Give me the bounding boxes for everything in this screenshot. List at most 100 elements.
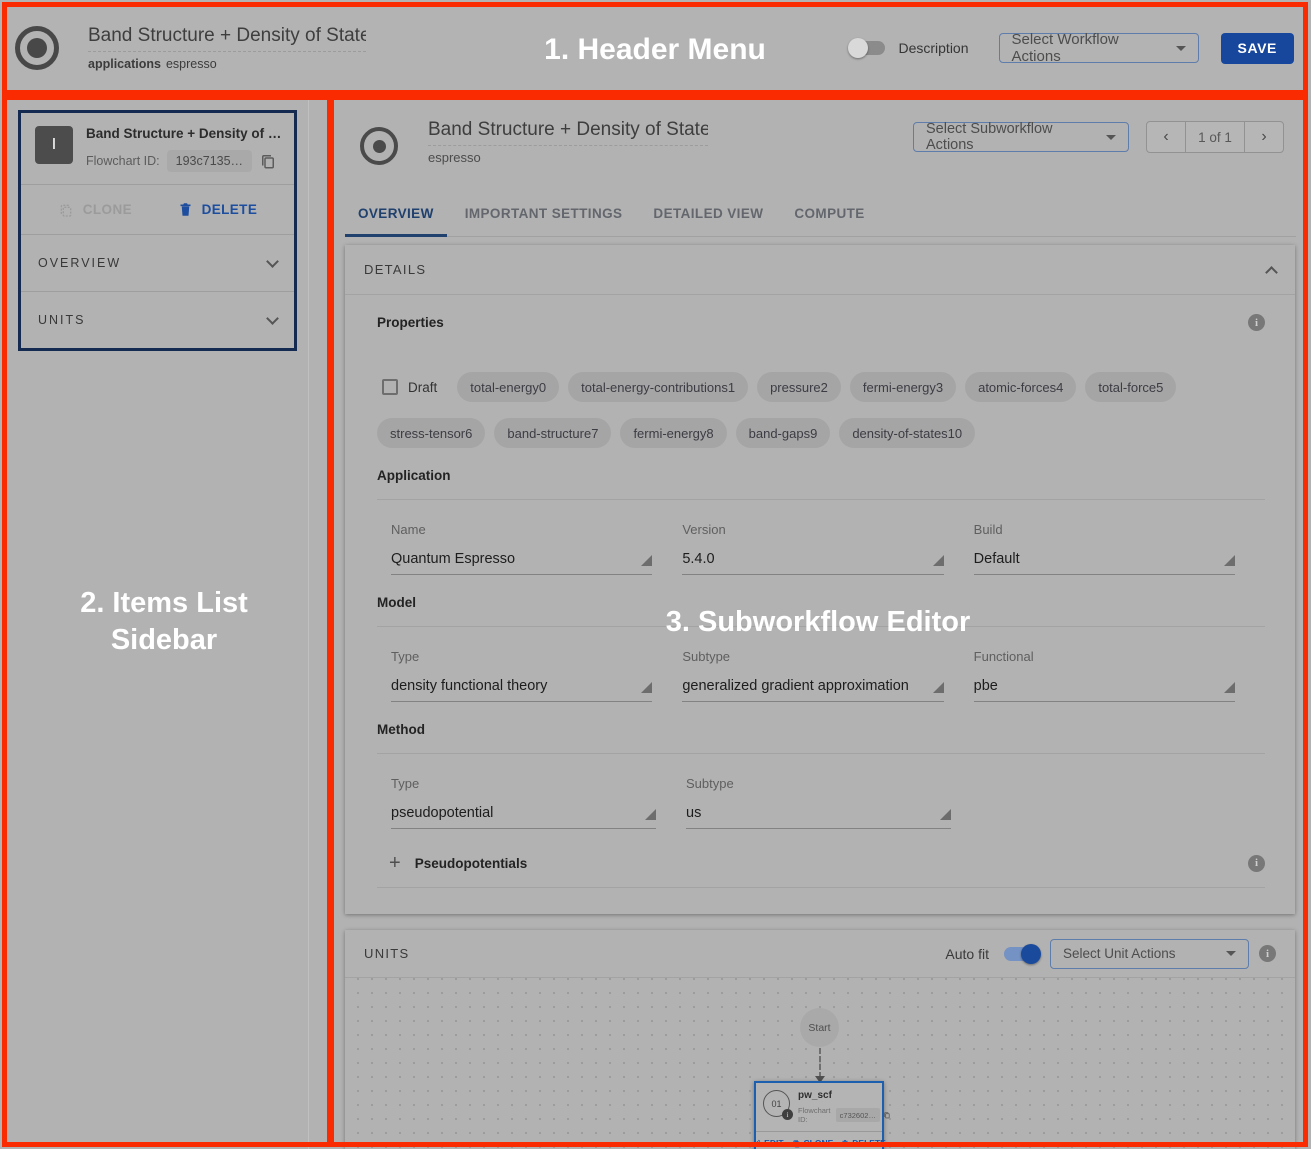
- properties-header-row: Properties i: [377, 314, 1265, 331]
- model-subtype-select[interactable]: Subtype generalized gradient approximati…: [682, 649, 943, 702]
- breadcrumb: applicationsespresso: [88, 57, 366, 71]
- property-chip[interactable]: band-structure7: [494, 418, 611, 448]
- unit-actions-dropdown[interactable]: Select Unit Actions: [1050, 939, 1249, 969]
- clone-icon: [58, 202, 74, 218]
- autofit-toggle[interactable]: [1004, 947, 1038, 961]
- pseudopotentials-row: + Pseudopotentials i: [377, 853, 1265, 873]
- details-panel: DETAILS Properties i Draft total-energy0…: [345, 245, 1295, 914]
- property-chip[interactable]: pressure2: [757, 372, 841, 402]
- unit-edit-button[interactable]: EDIT: [752, 1138, 783, 1148]
- chevron-up-icon[interactable]: [1265, 266, 1278, 279]
- delete-button[interactable]: DELETE: [178, 201, 258, 218]
- items-list-sidebar: I Band Structure + Density of … Flowchar…: [0, 96, 330, 1149]
- unit-node-actions: EDIT CLONE DELETE: [756, 1131, 882, 1149]
- property-chip[interactable]: density-of-states10: [839, 418, 975, 448]
- model-functional-select[interactable]: Functional pbe: [974, 649, 1235, 702]
- method-type-select[interactable]: Type pseudopotential: [391, 776, 656, 829]
- draft-checkbox[interactable]: [382, 379, 398, 395]
- sidebar-accordion-overview[interactable]: OVERVIEW: [21, 234, 294, 291]
- pseudopotentials-label: Pseudopotentials: [415, 856, 1248, 871]
- property-chip[interactable]: total-energy-contributions1: [568, 372, 748, 402]
- flowchart-canvas[interactable]: Start 01 i pw_scf Flowchart ID: c7: [345, 978, 1295, 1149]
- property-chip[interactable]: band-gaps9: [736, 418, 831, 448]
- chevron-down-icon: [266, 312, 279, 325]
- property-chip[interactable]: total-energy0: [457, 372, 559, 402]
- workflow-title[interactable]: Band Structure + Density of States: [88, 25, 366, 52]
- unit-actions-label: Select Unit Actions: [1063, 946, 1176, 961]
- method-subtype-select[interactable]: Subtype us: [686, 776, 951, 829]
- property-chip[interactable]: fermi-energy3: [850, 372, 956, 402]
- header-actions: Description Select Workflow Actions SAVE: [851, 33, 1311, 64]
- header-menu: Band Structure + Density of States appli…: [0, 0, 1311, 96]
- unit-title: pw_scf: [798, 1090, 891, 1101]
- application-fields: Name Quantum Espresso Version 5.4.0 Buil…: [377, 522, 1265, 575]
- application-section-title: Application: [377, 468, 1265, 483]
- pager-prev-button[interactable]: ‹: [1146, 121, 1186, 153]
- workflow-actions-label: Select Workflow Actions: [1012, 31, 1166, 65]
- subworkflow-logo-icon: [360, 127, 398, 165]
- select-arrow-icon: [1224, 555, 1235, 566]
- editor-tabs: OVERVIEW IMPORTANT SETTINGS DETAILED VIE…: [345, 190, 1296, 237]
- tab-detailed-view[interactable]: DETAILED VIEW: [640, 190, 776, 236]
- item-card-actions: CLONE DELETE: [21, 185, 294, 234]
- draft-label: Draft: [408, 380, 437, 395]
- method-section-title: Method: [377, 722, 1265, 737]
- property-chip[interactable]: atomic-forces4: [965, 372, 1076, 402]
- save-button[interactable]: SAVE: [1221, 33, 1295, 64]
- details-title: DETAILS: [364, 262, 426, 277]
- flowchart-start-node[interactable]: Start: [800, 1008, 839, 1047]
- info-icon[interactable]: i: [1259, 945, 1276, 962]
- workflow-title-block: Band Structure + Density of States appli…: [88, 25, 366, 71]
- info-icon[interactable]: i: [1248, 314, 1265, 331]
- copy-icon: [792, 1139, 801, 1148]
- breadcrumb-app: applications: [88, 57, 161, 71]
- property-chip[interactable]: total-force5: [1085, 372, 1176, 402]
- unit-delete-button[interactable]: DELETE: [841, 1138, 886, 1148]
- subworkflow-pager: ‹ 1 of 1 ›: [1146, 121, 1284, 153]
- item-card-header: I Band Structure + Density of … Flowchar…: [21, 113, 294, 184]
- clone-button[interactable]: CLONE: [58, 202, 132, 218]
- item-title: Band Structure + Density of …: [86, 126, 282, 141]
- caret-down-icon: [1106, 135, 1116, 140]
- info-icon[interactable]: i: [1248, 855, 1265, 872]
- subworkflow-actions-label: Select Subworkflow Actions: [926, 121, 1096, 153]
- select-arrow-icon: [1224, 682, 1235, 693]
- details-panel-header: DETAILS: [345, 245, 1295, 295]
- tab-overview[interactable]: OVERVIEW: [345, 190, 447, 236]
- units-title: UNITS: [364, 946, 410, 961]
- item-type-icon: I: [35, 126, 73, 164]
- pager-next-button[interactable]: ›: [1244, 121, 1284, 153]
- subworkflow-title-block: Band Structure + Density of States espre…: [428, 119, 708, 165]
- tab-important-settings[interactable]: IMPORTANT SETTINGS: [452, 190, 636, 236]
- subworkflow-header-actions: Select Subworkflow Actions ‹ 1 of 1 ›: [913, 121, 1284, 153]
- info-icon: i: [782, 1109, 793, 1120]
- property-chip[interactable]: stress-tensor6: [377, 418, 485, 448]
- tab-compute[interactable]: COMPUTE: [781, 190, 877, 236]
- add-pseudopotentials-button[interactable]: +: [389, 853, 401, 873]
- description-toggle[interactable]: [851, 41, 885, 55]
- model-type-select[interactable]: Type density functional theory: [391, 649, 652, 702]
- description-toggle-label: Description: [898, 40, 968, 56]
- unit-flowchart-id-label: Flowchart ID:: [798, 1106, 833, 1124]
- subworkflow-actions-dropdown[interactable]: Select Subworkflow Actions: [913, 122, 1129, 152]
- sidebar-accordion-units[interactable]: UNITS: [21, 291, 294, 348]
- property-chip[interactable]: fermi-energy8: [620, 418, 726, 448]
- subworkflow-item-card[interactable]: I Band Structure + Density of … Flowchar…: [18, 110, 297, 351]
- unit-clone-button[interactable]: CLONE: [792, 1138, 834, 1148]
- flowchart-id-label: Flowchart ID:: [86, 154, 160, 168]
- model-section-title: Model: [377, 595, 1265, 610]
- pager-label: 1 of 1: [1185, 121, 1245, 153]
- application-version-select[interactable]: Version 5.4.0: [682, 522, 943, 575]
- select-arrow-icon: [645, 809, 656, 820]
- application-name-select[interactable]: Name Quantum Espresso: [391, 522, 652, 575]
- property-chips-row-1: Draft total-energy0 total-energy-contrib…: [377, 372, 1265, 402]
- subworkflow-title[interactable]: Band Structure + Density of States: [428, 119, 708, 146]
- flowchart-id-chip: 193c7135…: [167, 150, 252, 172]
- copy-icon[interactable]: [259, 152, 277, 170]
- workflow-actions-dropdown[interactable]: Select Workflow Actions: [999, 33, 1199, 63]
- unit-index-badge: 01 i: [763, 1090, 791, 1118]
- select-arrow-icon: [933, 682, 944, 693]
- copy-icon[interactable]: [883, 1110, 891, 1120]
- flowchart-unit-node[interactable]: 01 i pw_scf Flowchart ID: c732602…: [754, 1081, 884, 1149]
- application-build-select[interactable]: Build Default: [974, 522, 1235, 575]
